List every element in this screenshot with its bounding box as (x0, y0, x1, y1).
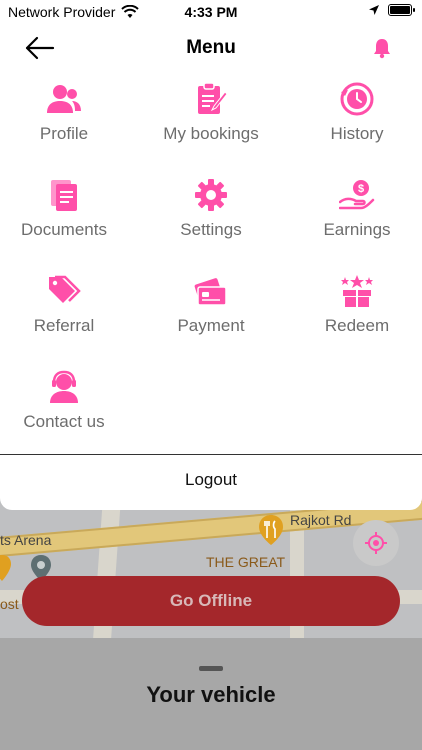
menu-item-settings[interactable]: Settings (141, 176, 281, 256)
locate-button[interactable] (353, 520, 399, 566)
sheet-drag-handle[interactable] (199, 666, 223, 671)
bell-icon[interactable] (371, 37, 393, 59)
menu-item-label: Documents (21, 220, 107, 239)
earnings-icon: $ (338, 176, 376, 214)
menu-item-contact[interactable]: Contact us (0, 368, 134, 448)
bookings-icon (192, 80, 230, 118)
battery-icon (388, 4, 415, 16)
profile-icon (45, 80, 83, 118)
sheet-title: Your vehicle (146, 682, 276, 707)
location-arrow-icon (369, 5, 379, 15)
menu-item-bookings[interactable]: My bookings (141, 80, 281, 160)
crosshair-icon (365, 532, 387, 554)
menu-item-documents[interactable]: Documents (0, 176, 134, 256)
menu-item-payment[interactable]: Payment (141, 272, 281, 352)
menu-item-label: Referral (33, 316, 95, 335)
menu-item-earnings[interactable]: $ Earnings (287, 176, 422, 256)
svg-text:$: $ (358, 183, 364, 195)
map-label-arena: ts Arena (0, 532, 52, 548)
history-icon (338, 80, 376, 118)
menu-item-label: Profile (39, 124, 89, 143)
menu-item-label: Earnings (323, 220, 391, 239)
menu-item-label: Redeem (324, 316, 390, 335)
menu-item-redeem[interactable]: Redeem (287, 272, 422, 352)
go-offline-button[interactable]: Go Offline (22, 576, 400, 626)
contact-icon (45, 368, 83, 406)
map-label-road: Rajkot Rd (290, 512, 352, 528)
menu-item-label: Settings (180, 220, 242, 239)
logout-button[interactable]: Logout (0, 470, 422, 490)
status-bar: Network Provider 4:33 PM (0, 0, 422, 24)
menu-item-label: Payment (177, 316, 245, 335)
referral-icon (45, 272, 83, 310)
documents-icon (45, 176, 83, 214)
menu-item-label: Contact us (23, 412, 105, 431)
vehicle-sheet[interactable]: Your vehicle (0, 638, 422, 750)
map-label-great: THE GREAT (206, 554, 286, 570)
payment-icon (192, 272, 230, 310)
menu-item-label: History (330, 124, 384, 143)
redeem-icon (338, 272, 376, 310)
map-label-post: ost (0, 596, 19, 612)
menu-item-label: My bookings (163, 124, 259, 143)
menu-item-referral[interactable]: Referral (0, 272, 134, 352)
menu-item-profile[interactable]: Profile (0, 80, 134, 160)
shop-pin-icon (0, 555, 11, 581)
status-time: 4:33 PM (184, 4, 238, 20)
menu-divider (0, 454, 422, 455)
settings-icon (192, 176, 230, 214)
menu-header: Menu (0, 30, 422, 66)
page-title: Menu (186, 37, 236, 58)
restaurant-pin-icon (259, 515, 283, 545)
menu-item-history[interactable]: History (287, 80, 422, 160)
menu-panel: Network Provider 4:33 PM Menu Profile My… (0, 0, 422, 510)
